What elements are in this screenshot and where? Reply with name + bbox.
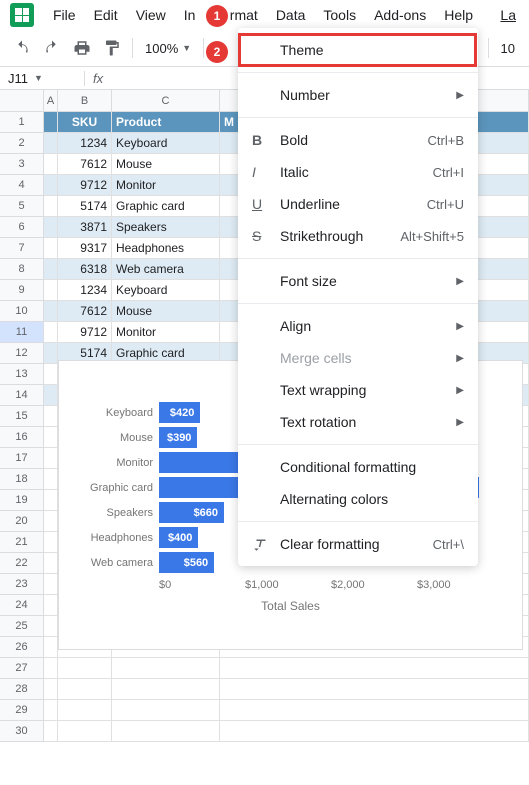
row-header[interactable]: 17: [0, 448, 44, 469]
menu-conditional[interactable]: Conditional formatting: [238, 451, 478, 483]
italic-icon: I: [252, 164, 280, 180]
row-header[interactable]: 20: [0, 511, 44, 532]
menu-help[interactable]: Help: [435, 3, 482, 27]
chevron-right-icon: ▶: [456, 385, 464, 396]
row-header[interactable]: 16: [0, 427, 44, 448]
row-header[interactable]: 30: [0, 721, 44, 742]
row-header[interactable]: 13: [0, 364, 44, 385]
row-header[interactable]: 8: [0, 259, 44, 280]
menu-strike[interactable]: SStrikethroughAlt+Shift+5: [238, 220, 478, 252]
chevron-right-icon: ▶: [456, 276, 464, 287]
fx-label: fx: [84, 71, 111, 86]
menu-file[interactable]: File: [44, 3, 85, 27]
row-header[interactable]: 26: [0, 637, 44, 658]
row-header[interactable]: 1: [0, 112, 44, 133]
row-header[interactable]: 19: [0, 490, 44, 511]
undo-button[interactable]: [8, 34, 36, 62]
chevron-right-icon: ▶: [456, 353, 464, 364]
axis-tick: $1,000: [245, 579, 331, 591]
row-header[interactable]: 27: [0, 658, 44, 679]
chevron-right-icon: ▶: [456, 90, 464, 101]
menu-edit[interactable]: Edit: [85, 3, 127, 27]
zoom-select[interactable]: 100%▼: [139, 41, 197, 56]
redo-button[interactable]: [38, 34, 66, 62]
redo-icon: [43, 39, 61, 57]
row-header[interactable]: 24: [0, 595, 44, 616]
table-header-product[interactable]: Product: [112, 112, 220, 133]
strike-icon: S: [252, 228, 280, 244]
undo-icon: [13, 39, 31, 57]
select-all-corner[interactable]: [0, 90, 44, 112]
axis-tick: $0: [159, 579, 245, 591]
bold-icon: B: [252, 132, 280, 148]
col-header-b[interactable]: B: [58, 90, 112, 112]
row-header[interactable]: 9: [0, 280, 44, 301]
menu-underline[interactable]: UUnderlineCtrl+U: [238, 188, 478, 220]
row-header[interactable]: 2: [0, 133, 44, 154]
row-header[interactable]: 23: [0, 574, 44, 595]
row-header[interactable]: 4: [0, 175, 44, 196]
font-size-input[interactable]: 10: [495, 41, 521, 56]
menu-insert[interactable]: In: [175, 3, 205, 27]
menu-addons[interactable]: Add-ons: [365, 3, 435, 27]
underline-icon: U: [252, 196, 280, 212]
callout-2: 2: [206, 41, 228, 63]
menu-alternating[interactable]: Alternating colors: [238, 483, 478, 515]
chevron-right-icon: ▶: [456, 321, 464, 332]
row-header[interactable]: 5: [0, 196, 44, 217]
chart-axis: $0$1,000$2,000$3,000: [59, 579, 522, 591]
chevron-right-icon: ▶: [456, 417, 464, 428]
menu-number[interactable]: Number▶: [238, 79, 478, 111]
print-button[interactable]: [68, 34, 96, 62]
paint-format-button[interactable]: [98, 34, 126, 62]
sheets-logo: [10, 3, 34, 27]
row-header[interactable]: 7: [0, 238, 44, 259]
row-header[interactable]: 12: [0, 343, 44, 364]
menu-data[interactable]: Data: [267, 3, 315, 27]
name-box[interactable]: J11▼: [0, 71, 84, 86]
menu-rotate[interactable]: Text rotation▶: [238, 406, 478, 438]
menu-bold[interactable]: BBoldCtrl+B: [238, 124, 478, 156]
row-header[interactable]: 22: [0, 553, 44, 574]
menu-merge[interactable]: Merge cells▶: [238, 342, 478, 374]
axis-tick: $3,000: [417, 579, 503, 591]
col-header-c[interactable]: C: [112, 90, 220, 112]
menu-italic[interactable]: IItalicCtrl+I: [238, 156, 478, 188]
col-header-a[interactable]: A: [44, 90, 58, 112]
menu-bar: File Edit View In Format Data Tools Add-…: [0, 0, 529, 30]
callout-1: 1: [206, 5, 228, 27]
row-header[interactable]: 25: [0, 616, 44, 637]
format-menu: Theme Number▶ BBoldCtrl+B IItalicCtrl+I …: [238, 28, 478, 566]
menu-fontsize[interactable]: Font size▶: [238, 265, 478, 297]
row-header[interactable]: 18: [0, 469, 44, 490]
chart-xlabel: Total Sales: [59, 599, 522, 613]
row-header[interactable]: 29: [0, 700, 44, 721]
menu-wrap[interactable]: Text wrapping▶: [238, 374, 478, 406]
row-header[interactable]: 6: [0, 217, 44, 238]
row-header[interactable]: 10: [0, 301, 44, 322]
row-header[interactable]: 15: [0, 406, 44, 427]
clear-format-icon: [252, 535, 280, 553]
row-header[interactable]: 28: [0, 679, 44, 700]
row-header[interactable]: 21: [0, 532, 44, 553]
menu-tools[interactable]: Tools: [314, 3, 365, 27]
row-header[interactable]: 14: [0, 385, 44, 406]
menu-view[interactable]: View: [127, 3, 175, 27]
paint-icon: [103, 39, 121, 57]
menu-clear[interactable]: Clear formattingCtrl+\: [238, 528, 478, 560]
axis-tick: $2,000: [331, 579, 417, 591]
row-header[interactable]: 11: [0, 322, 44, 343]
menu-align[interactable]: Align▶: [238, 310, 478, 342]
menu-theme[interactable]: Theme: [238, 34, 478, 66]
row-header[interactable]: 3: [0, 154, 44, 175]
table-header-sku[interactable]: SKU: [58, 112, 112, 133]
print-icon: [73, 39, 91, 57]
menu-last-edit[interactable]: La: [491, 3, 525, 27]
